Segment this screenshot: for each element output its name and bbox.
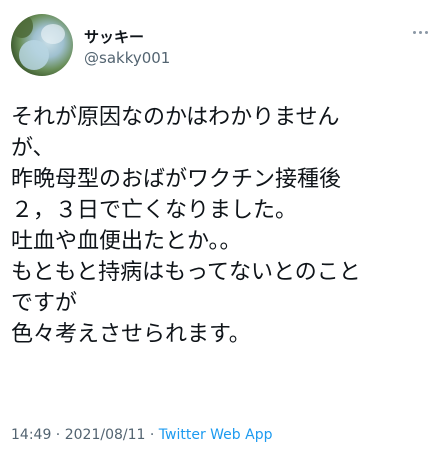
tweet-text: それが原因なのかはわかりません が、 昨晩母型のおばがワクチン接種後 ２，３日で… — [11, 102, 441, 350]
avatar[interactable] — [11, 14, 73, 76]
tweet-text-line: 色々考えさせられます。 — [11, 322, 251, 347]
meta-separator: · — [51, 427, 65, 443]
tweet-metadata: 14:49 · 2021/08/11 · Twitter Web App — [11, 427, 272, 443]
tweet-time[interactable]: 14:49 — [11, 427, 51, 443]
tweet-date[interactable]: 2021/08/11 — [65, 427, 146, 443]
tweet-card: サッキー @sakky001 それが原因なのかはわかりません が、 昨晩母型のお… — [0, 0, 447, 466]
avatar-shape — [41, 24, 65, 44]
meta-separator: · — [145, 427, 159, 443]
tweet-text-line: それが原因なのかはわかりません — [11, 105, 340, 130]
tweet-text-line: 吐血や血便出たとか。。 — [11, 229, 242, 254]
dot — [412, 30, 416, 34]
dot — [418, 30, 422, 34]
avatar-shape — [19, 40, 49, 70]
tweet-source-link[interactable]: Twitter Web App — [159, 427, 273, 443]
tweet-text-line: 昨晩母型のおばがワクチン接種後 — [11, 167, 342, 192]
tweet-text-line: が、 — [11, 136, 55, 161]
tweet-text-line: ですが — [11, 291, 78, 316]
tweet-text-line: ２，３日で亡くなりました。 — [11, 198, 298, 223]
user-handle[interactable]: @sakky001 — [84, 49, 170, 67]
tweet-text-line: もともと持病はもってないとのこと — [11, 260, 361, 285]
dot — [424, 30, 428, 34]
more-options-icon[interactable] — [405, 24, 435, 40]
avatar-shape — [11, 14, 33, 38]
display-name[interactable]: サッキー — [84, 26, 144, 47]
